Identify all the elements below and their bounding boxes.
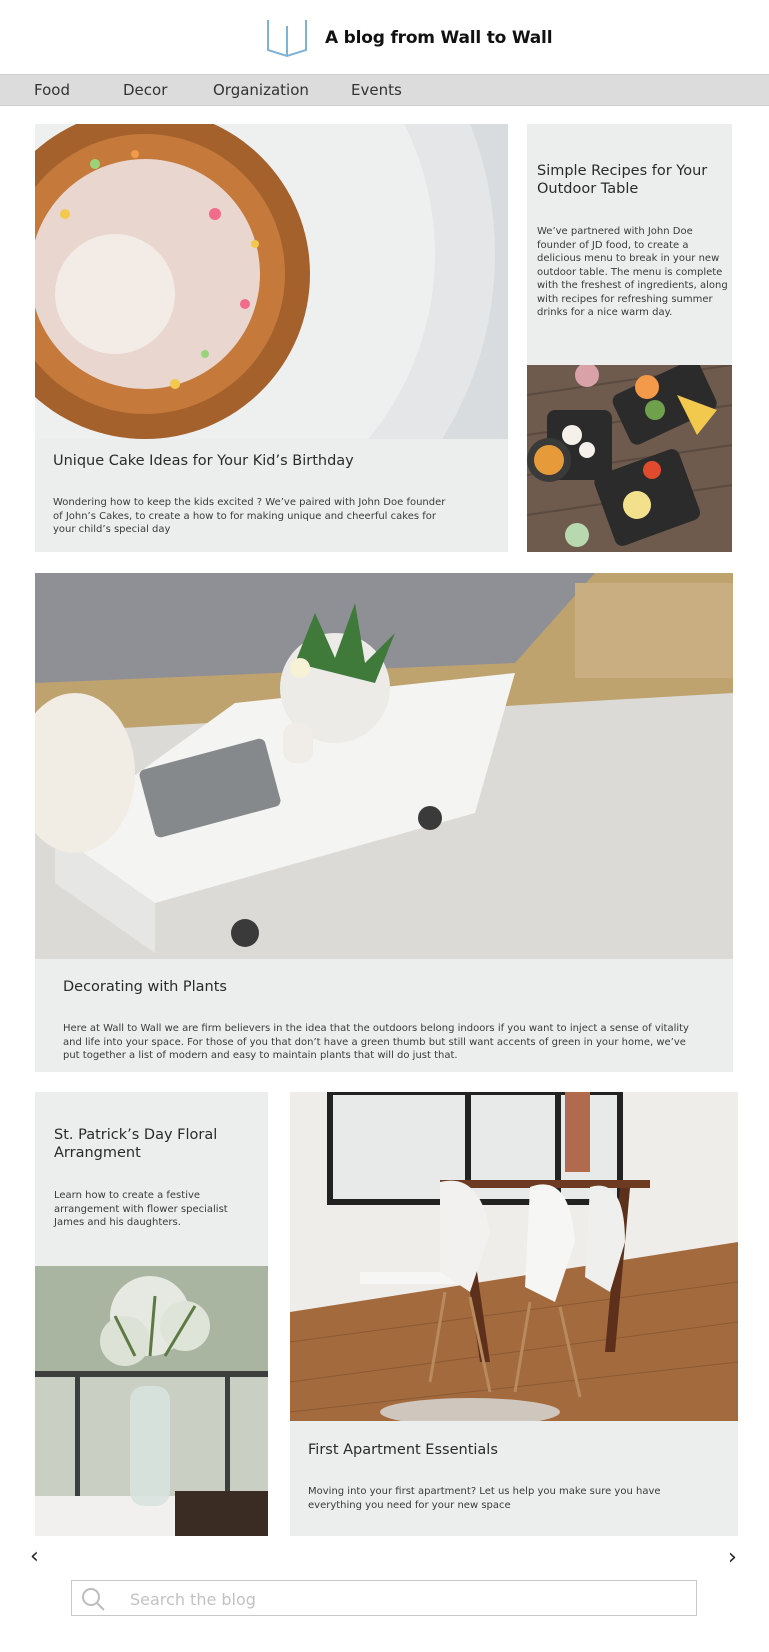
site-title[interactable]: A blog from Wall to Wall [325,28,553,48]
search-input[interactable] [128,1585,672,1613]
floral-photo[interactable] [35,1266,268,1536]
nav-item-organization[interactable]: Organization [213,81,309,99]
post-description-cake: Wondering how to keep the kids excited ?… [53,497,446,535]
wall-logo-icon[interactable] [266,18,308,58]
post-description-floral: Learn how to create a festive arrangemen… [54,1190,228,1228]
nav-item-events[interactable]: Events [351,81,402,99]
post-title-cake[interactable]: Unique Cake Ideas for Your Kid’s Birthda… [53,452,493,470]
post-title-apartment[interactable]: First Apartment Essentials [308,1441,728,1459]
main-nav: Food Decor Organization Events [0,74,769,106]
post-description-plants: Here at Wall to Wall we are firm believe… [63,1023,689,1061]
post-description-apartment: Moving into your first apartment? Let us… [308,1486,661,1511]
plants-photo[interactable] [35,573,733,959]
dining-room-photo[interactable] [290,1092,738,1421]
post-card-cake[interactable]: Unique Cake Ideas for Your Kid’s Birthda… [35,124,508,552]
cake-photo[interactable] [35,124,508,439]
search-icon[interactable] [80,1586,106,1612]
previous-arrow-icon[interactable]: ‹ [30,1544,39,1569]
nav-item-decor[interactable]: Decor [123,81,167,99]
post-card-apartment[interactable]: First Apartment Essentials Moving into y… [290,1092,738,1536]
post-card-floral[interactable]: St. Patrick’s Day Floral Arrangment Lear… [35,1092,268,1536]
post-title-floral[interactable]: St. Patrick’s Day Floral Arrangment [54,1126,259,1162]
post-description-recipes: We’ve partnered with John Doe founder of… [537,226,728,318]
post-card-plants[interactable]: Decorating with Plants Here at Wall to W… [35,573,733,1072]
post-title-plants[interactable]: Decorating with Plants [63,978,703,996]
search-bar[interactable] [71,1580,697,1616]
post-card-recipes[interactable]: Simple Recipes for Your Outdoor Table We… [527,124,732,552]
nav-item-food[interactable]: Food [34,81,70,99]
post-title-recipes[interactable]: Simple Recipes for Your Outdoor Table [537,162,727,198]
next-arrow-icon[interactable]: › [728,1545,737,1570]
food-table-photo[interactable] [527,365,732,552]
